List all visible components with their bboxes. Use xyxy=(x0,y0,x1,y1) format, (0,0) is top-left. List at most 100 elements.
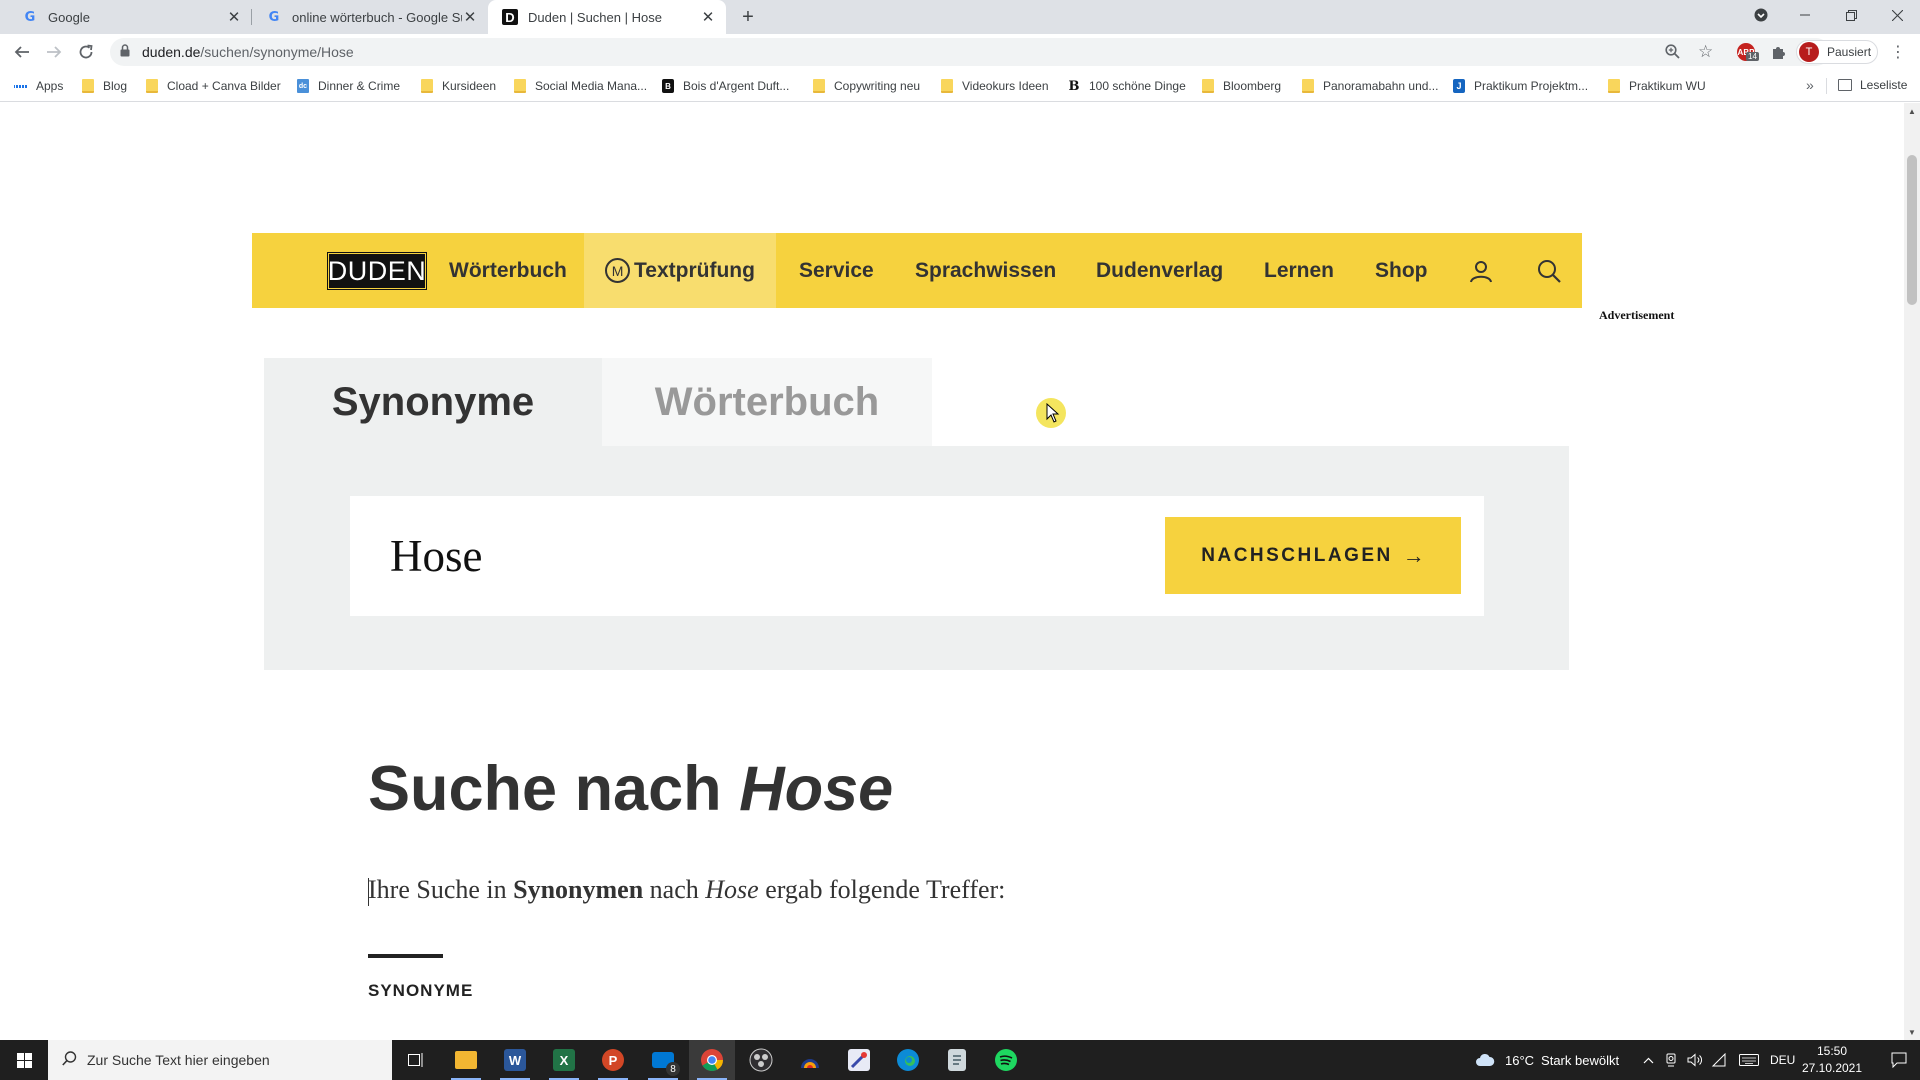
scrollbar-thumb[interactable] xyxy=(1907,155,1917,305)
profile-status: Pausiert xyxy=(1827,45,1872,59)
star-icon[interactable]: ☆ xyxy=(1698,42,1713,62)
weather-icon[interactable] xyxy=(1474,1052,1496,1068)
search-input[interactable]: Hose NACHSCHLAGEN → xyxy=(350,496,1484,616)
title-prefix: Suche nach xyxy=(368,754,722,824)
clock-time: 15:50 xyxy=(1816,1044,1848,1058)
close-icon[interactable]: ✕ xyxy=(462,9,478,26)
taskbar-obs[interactable] xyxy=(738,1040,784,1080)
site-icon: B xyxy=(662,79,674,93)
nav-dudenverlag[interactable]: Dudenverlag xyxy=(1096,233,1223,308)
bookmark-panoramabahn[interactable]: Panoramabahn und... xyxy=(1302,78,1438,94)
taskbar-search-placeholder: Zur Suche Text hier eingeben xyxy=(87,1052,270,1068)
scroll-down-arrow-icon[interactable]: ▼ xyxy=(1904,1024,1920,1040)
bookmarks-overflow-button[interactable]: » xyxy=(1806,77,1814,93)
address-bar[interactable]: duden.de/suchen/synonyme/Hose ☆ xyxy=(110,38,1830,66)
extensions-button[interactable] xyxy=(1768,42,1788,62)
google-icon: G xyxy=(268,9,280,25)
keyboard-icon[interactable] xyxy=(1739,1052,1759,1068)
bookmark-label: Videokurs Ideen xyxy=(962,79,1049,93)
system-clock[interactable]: 15:50 27.10.2021 xyxy=(1786,1043,1878,1077)
forward-button[interactable] xyxy=(42,40,66,64)
scroll-up-arrow-icon[interactable]: ▲ xyxy=(1904,103,1920,119)
duden-logo[interactable]: DUDEN xyxy=(327,252,427,290)
back-button[interactable] xyxy=(10,40,34,64)
taskbar-powerpoint[interactable]: P xyxy=(590,1040,636,1080)
tab-synonyme[interactable]: Synonyme xyxy=(264,358,602,446)
taskbar-mail[interactable]: 8 xyxy=(640,1040,686,1080)
taskbar-edge[interactable] xyxy=(885,1040,931,1080)
bookmark-praktikum-wu[interactable]: Praktikum WU xyxy=(1608,78,1706,94)
reading-list-button[interactable]: Leseliste xyxy=(1838,78,1907,92)
site-icon: J xyxy=(1453,79,1465,93)
weather-temp: 16°C xyxy=(1505,1052,1535,1068)
page-scrollbar[interactable]: ▲ ▼ xyxy=(1904,103,1920,1040)
arrow-left-icon xyxy=(14,46,29,58)
mouse-cursor-highlight xyxy=(1036,398,1066,428)
start-button[interactable] xyxy=(0,1040,48,1080)
bookmark-label: Bois d'Argent Duft... xyxy=(683,79,790,93)
weather-widget[interactable]: 16°C Stark bewölkt xyxy=(1505,1040,1619,1080)
bookmark-kursideen[interactable]: Kursideen xyxy=(421,78,496,94)
taskbar-chrome[interactable] xyxy=(689,1040,735,1080)
browser-tab-google[interactable]: G Google ✕ xyxy=(8,0,252,34)
windows-taskbar: Zur Suche Text hier eingeben W X P 8 16°… xyxy=(0,1040,1920,1080)
wifi-icon[interactable] xyxy=(1711,1052,1727,1068)
bookmark-dinner-crime[interactable]: dc Dinner & Crime xyxy=(297,78,400,94)
nav-lernen[interactable]: Lernen xyxy=(1264,233,1334,308)
profile-button[interactable]: T Pausiert xyxy=(1796,40,1878,64)
speaker-icon[interactable] xyxy=(1687,1052,1703,1068)
clock-date: 27.10.2021 xyxy=(1801,1061,1863,1075)
taskbar-file-explorer[interactable] xyxy=(443,1040,489,1080)
taskbar-excel[interactable]: X xyxy=(541,1040,587,1080)
restore-button[interactable] xyxy=(1828,0,1874,30)
adblock-extension-button[interactable]: ABP 14 xyxy=(1736,42,1759,62)
tab-woerterbuch[interactable]: Wörterbuch xyxy=(602,358,932,446)
camera-icon[interactable] xyxy=(1663,1052,1679,1068)
bookmark-cload-canva[interactable]: Cload + Canva Bilder xyxy=(146,78,281,94)
taskbar-word[interactable]: W xyxy=(492,1040,538,1080)
notification-center-button[interactable] xyxy=(1878,1040,1920,1080)
search-value: Hose xyxy=(390,531,483,581)
task-view-button[interactable] xyxy=(392,1040,438,1080)
zoom-icon[interactable] xyxy=(1665,44,1680,63)
nav-sprachwissen[interactable]: Sprachwissen xyxy=(915,233,1056,308)
bookmark-blog[interactable]: Blog xyxy=(82,78,127,94)
bookmark-label: Praktikum Projektm... xyxy=(1474,79,1589,93)
bookmark-bloomberg[interactable]: Bloomberg xyxy=(1202,78,1281,94)
taskbar-spotify[interactable] xyxy=(983,1040,1029,1080)
nav-textpruefung[interactable]: M Textprüfung xyxy=(584,233,776,308)
close-window-button[interactable] xyxy=(1874,0,1920,30)
summary-text: ergab folgende Treffer: xyxy=(765,875,1006,904)
powerpoint-icon: P xyxy=(602,1049,624,1071)
weather-text: Stark bewölkt xyxy=(1541,1052,1620,1068)
chevron-up-icon[interactable] xyxy=(1640,1052,1656,1068)
menu-button[interactable]: ⋮ xyxy=(1888,42,1908,62)
puzzle-icon xyxy=(1772,46,1785,59)
taskbar-app-tool[interactable] xyxy=(836,1040,882,1080)
minimize-button[interactable] xyxy=(1782,0,1828,30)
site-search-button[interactable] xyxy=(1535,257,1563,285)
reload-button[interactable] xyxy=(74,40,98,64)
browser-tab-google-search[interactable]: G online wörterbuch - Google Such ✕ xyxy=(252,0,488,34)
bookmark-copywriting[interactable]: Copywriting neu xyxy=(813,78,920,94)
close-icon[interactable]: ✕ xyxy=(700,9,716,26)
taskbar-app-notes[interactable] xyxy=(934,1040,980,1080)
taskbar-app-arc[interactable] xyxy=(787,1040,833,1080)
bookmark-social-media[interactable]: Social Media Mana... xyxy=(514,78,647,94)
browser-tab-duden[interactable]: D Duden | Suchen | Hose ✕ xyxy=(488,0,726,34)
new-tab-button[interactable]: + xyxy=(736,5,760,29)
close-icon[interactable]: ✕ xyxy=(226,9,242,26)
bookmark-apps[interactable]: Apps xyxy=(13,78,63,94)
bookmark-videokurs[interactable]: Videokurs Ideen xyxy=(941,78,1049,94)
bookmark-praktikum-projekt[interactable]: J Praktikum Projektm... xyxy=(1453,78,1588,94)
nachschlagen-button[interactable]: NACHSCHLAGEN → xyxy=(1165,517,1461,594)
nav-shop[interactable]: Shop xyxy=(1375,233,1428,308)
bookmark-100-schoene-dinge[interactable]: B 100 schöne Dinge xyxy=(1068,78,1186,94)
nav-service[interactable]: Service xyxy=(799,233,874,308)
tab-search-button[interactable] xyxy=(1738,0,1784,30)
account-button[interactable] xyxy=(1467,257,1495,285)
nav-label: Textprüfung xyxy=(634,258,755,282)
bookmark-bois-dargent[interactable]: B Bois d'Argent Duft... xyxy=(662,78,789,94)
nav-woerterbuch[interactable]: Wörterbuch xyxy=(449,233,567,308)
taskbar-search-input[interactable]: Zur Suche Text hier eingeben xyxy=(48,1040,392,1080)
